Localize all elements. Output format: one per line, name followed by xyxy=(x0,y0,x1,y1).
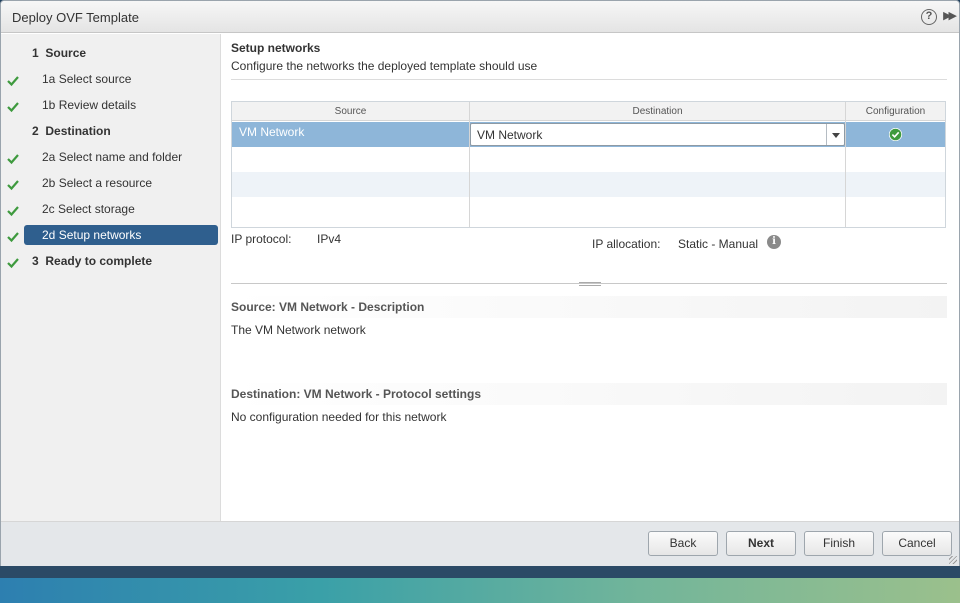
column-divider xyxy=(469,102,470,227)
table-row-empty xyxy=(232,197,945,222)
step-label: Select a resource xyxy=(58,176,153,190)
table-row-empty xyxy=(232,147,945,172)
row-source: VM Network xyxy=(239,125,305,139)
destination-section-body: No configuration needed for this network xyxy=(231,410,447,424)
column-header-source[interactable]: Source xyxy=(232,102,469,121)
help-icon[interactable]: ? xyxy=(921,9,937,25)
step-number: 2d xyxy=(42,228,56,242)
cancel-button[interactable]: Cancel xyxy=(882,531,952,556)
destination-section-title: Destination: VM Network - Protocol setti… xyxy=(231,387,482,401)
setup-networks-pane: Setup networks Configure the networks th… xyxy=(222,34,959,521)
step-2-destination[interactable]: 2 Destination xyxy=(24,121,218,141)
ip-protocol-value: IPv4 xyxy=(317,232,342,246)
step-3-ready-to-complete[interactable]: 3 Ready to complete xyxy=(24,251,218,271)
step-number: 1a xyxy=(42,72,56,86)
check-circle-icon xyxy=(889,128,902,141)
network-mapping-grid: Source Destination Configuration VM Netw… xyxy=(231,101,946,228)
step-label: Destination xyxy=(45,124,111,138)
column-header-configuration[interactable]: Configuration xyxy=(846,102,945,121)
check-icon xyxy=(7,102,19,113)
step-1-source[interactable]: 1 Source xyxy=(24,43,218,63)
page-subtitle: Configure the networks the deployed temp… xyxy=(231,59,538,73)
step-label: Select name and folder xyxy=(58,150,183,164)
step-number: 1b xyxy=(42,98,56,112)
dialog-footer: Back Next Finish Cancel xyxy=(1,521,959,566)
step-2b-select-resource[interactable]: 2b Select a resource xyxy=(24,173,218,193)
desktop-background xyxy=(0,578,960,603)
title-bar: Deploy OVF Template ? ▶▶ xyxy=(1,1,959,33)
step-1b-review-details[interactable]: 1b Review details xyxy=(24,95,218,115)
page-title: Setup networks xyxy=(231,41,321,55)
step-1a-select-source[interactable]: 1a Select source xyxy=(24,69,218,89)
source-section-title: Source: VM Network - Description xyxy=(231,300,425,314)
dialog-title: Deploy OVF Template xyxy=(12,10,139,25)
table-row[interactable]: VM Network VM Network xyxy=(232,122,945,147)
ip-allocation-label: IP allocation: xyxy=(592,237,661,251)
splitter-handle[interactable] xyxy=(579,282,601,286)
ip-protocol-label: IP protocol: xyxy=(231,232,292,246)
check-icon xyxy=(7,258,19,269)
step-label: Ready to complete xyxy=(45,254,153,268)
column-divider xyxy=(845,102,846,227)
step-number: 2a xyxy=(42,150,56,164)
check-icon xyxy=(7,76,19,87)
source-section-body: The VM Network network xyxy=(231,323,366,337)
check-icon xyxy=(7,206,19,217)
step-label: Setup networks xyxy=(58,228,142,242)
finish-button[interactable]: Finish xyxy=(804,531,874,556)
destination-network-value: VM Network xyxy=(477,128,543,142)
step-label: Source xyxy=(45,46,87,60)
source-description-section: Source: VM Network - Description xyxy=(231,296,947,318)
check-icon xyxy=(7,154,19,165)
step-number: 2 xyxy=(32,124,39,138)
destination-network-select[interactable]: VM Network xyxy=(470,123,845,146)
info-icon[interactable]: i xyxy=(767,235,781,249)
back-button[interactable]: Back xyxy=(648,531,718,556)
step-2c-select-storage[interactable]: 2c Select storage xyxy=(24,199,218,219)
step-number: 3 xyxy=(32,254,39,268)
grid-header-row: Source Destination Configuration xyxy=(232,102,945,121)
step-number: 2b xyxy=(42,176,56,190)
ip-allocation-value: Static - Manual xyxy=(678,237,759,251)
step-number: 2c xyxy=(42,202,55,216)
deploy-ovf-dialog: Deploy OVF Template ? ▶▶ 1 Source 1a Sel… xyxy=(0,0,960,566)
table-row-empty xyxy=(232,172,945,197)
step-2a-select-name-folder[interactable]: 2a Select name and folder xyxy=(24,147,218,167)
expand-icon[interactable]: ▶▶ xyxy=(943,9,957,22)
step-label: Select storage xyxy=(58,202,135,216)
wizard-steps-pane: 1 Source 1a Select source 1b Review deta… xyxy=(1,34,221,521)
next-button[interactable]: Next xyxy=(726,531,796,556)
dropdown-toggle[interactable] xyxy=(826,124,844,145)
destination-protocol-section: Destination: VM Network - Protocol setti… xyxy=(231,383,947,405)
step-2d-setup-networks[interactable]: 2d Setup networks xyxy=(24,225,218,245)
check-icon xyxy=(7,180,19,191)
step-label: Select source xyxy=(58,72,132,86)
check-icon xyxy=(7,232,19,243)
column-header-destination[interactable]: Destination xyxy=(470,102,845,121)
step-number: 1 xyxy=(32,46,39,60)
desktop-taskbar xyxy=(0,566,960,578)
chevron-down-icon xyxy=(832,133,840,138)
step-label: Review details xyxy=(58,98,137,112)
header-divider xyxy=(231,79,947,80)
resize-handle[interactable] xyxy=(949,556,957,564)
